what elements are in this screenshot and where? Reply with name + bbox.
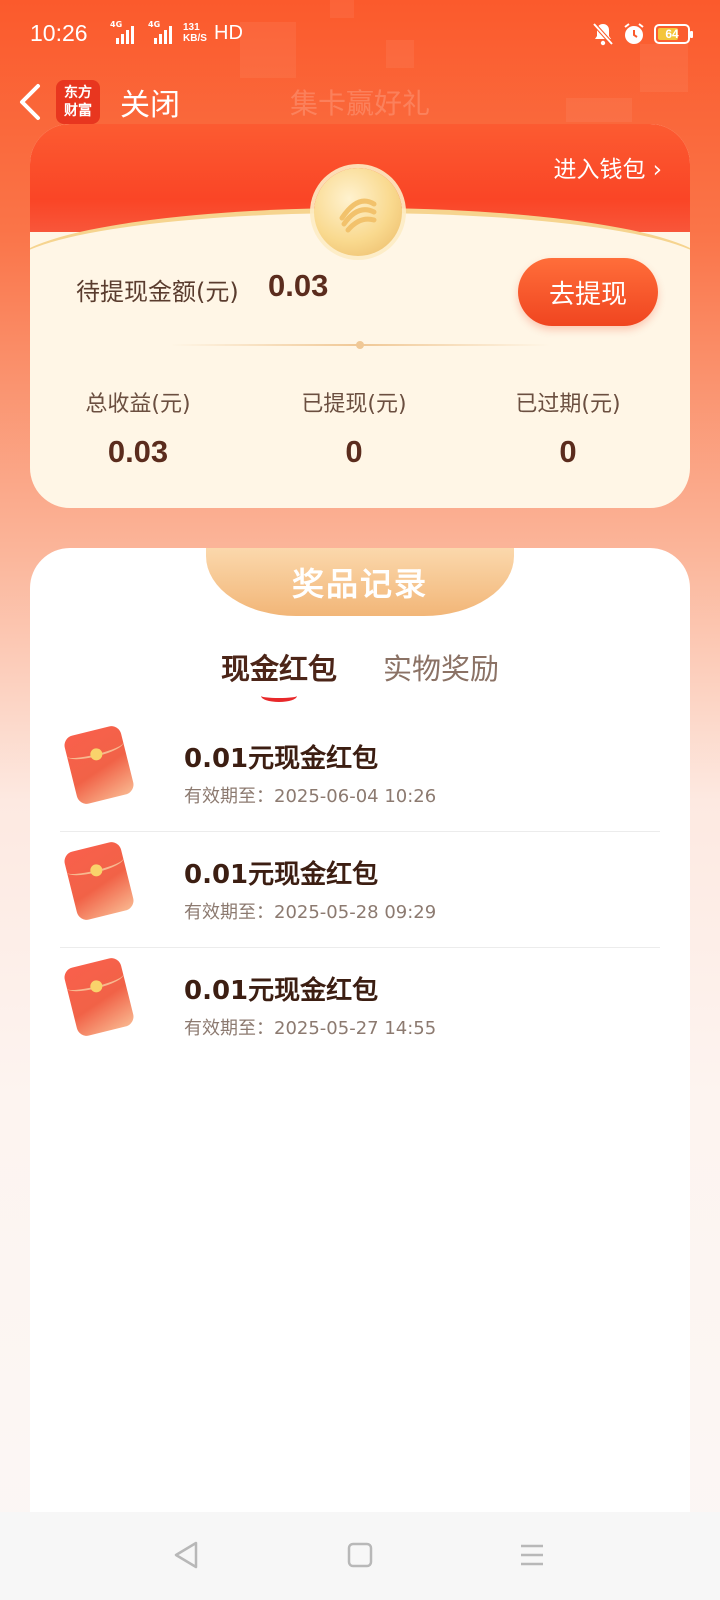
alarm-icon [624,23,644,44]
tab-physical-rewards[interactable]: 实物奖励 [383,646,499,688]
nav-bar: 东方 财富 关闭 集卡赢好礼 [0,72,720,132]
withdraw-button[interactable]: 去提现 [518,258,658,326]
prize-records-banner: 奖品记录 [206,548,514,616]
stat-total-earnings: 总收益(元) 0.03 [85,392,191,469]
list-item[interactable]: 0.01元现金红包 有效期至：2025-05-28 09:29 [60,832,660,948]
coin-icon [314,168,402,256]
hd-indicator: HD [214,22,243,44]
item-title: 0.01元现金红包 [184,744,379,774]
active-tab-indicator [260,690,297,702]
signal-icon: 4G [148,20,172,44]
red-envelope-icon [62,840,136,922]
nav-home-icon[interactable] [346,1540,374,1570]
prize-tabs: 现金红包 实物奖励 [30,646,690,702]
stat-expired: 已过期(元) 0 [515,392,621,469]
mute-bell-icon [592,22,614,46]
nav-menu-icon[interactable] [518,1540,546,1570]
tab-cash-red-packet[interactable]: 现金红包 [221,646,337,702]
list-item[interactable]: 0.01元现金红包 有效期至：2025-05-27 14:55 [60,948,660,1064]
pending-amount-label: 待提现金额(元) [76,278,239,306]
nav-back-icon[interactable] [172,1540,200,1570]
list-item[interactable]: 0.01元现金红包 有效期至：2025-06-04 10:26 [60,716,660,832]
item-expiry: 有效期至：2025-05-28 09:29 [184,902,437,923]
divider-dot [356,341,364,349]
item-title: 0.01元现金红包 [184,976,379,1006]
chevron-right-icon: › [645,157,662,183]
item-expiry: 有效期至：2025-05-27 14:55 [184,1018,437,1039]
red-envelope-icon [62,724,136,806]
item-title: 0.01元现金红包 [184,860,379,890]
pending-amount-value: 0.03 [268,268,329,303]
network-speed: 131 KB/S [183,22,207,44]
wallet-card: 进入钱包 › 待提现金额(元) 0.03 去提现 总收益(元) 0.03 已提现… [30,124,690,508]
red-envelope-icon [62,956,136,1038]
battery-icon: 64 [654,24,693,44]
prize-records-card: 奖品记录 现金红包 实物奖励 0.01元现金红包 有效期至：2025-06-04… [30,548,690,1512]
page-title: 集卡赢好礼 [289,87,430,120]
system-nav-bar [0,1512,720,1600]
status-time: 10:26 [30,20,88,46]
enter-wallet-link[interactable]: 进入钱包 › [553,150,662,184]
stat-withdrawn: 已提现(元) 0 [301,392,407,469]
status-right-icons: 64 [592,22,693,46]
item-expiry: 有效期至：2025-06-04 10:26 [184,786,437,807]
signal-icon: 4G [110,20,134,44]
prize-list: 0.01元现金红包 有效期至：2025-06-04 10:26 0.01元现金红… [60,716,660,1064]
status-bar: 10:26 4G 4G 131 KB/S HD 64 [0,0,720,72]
